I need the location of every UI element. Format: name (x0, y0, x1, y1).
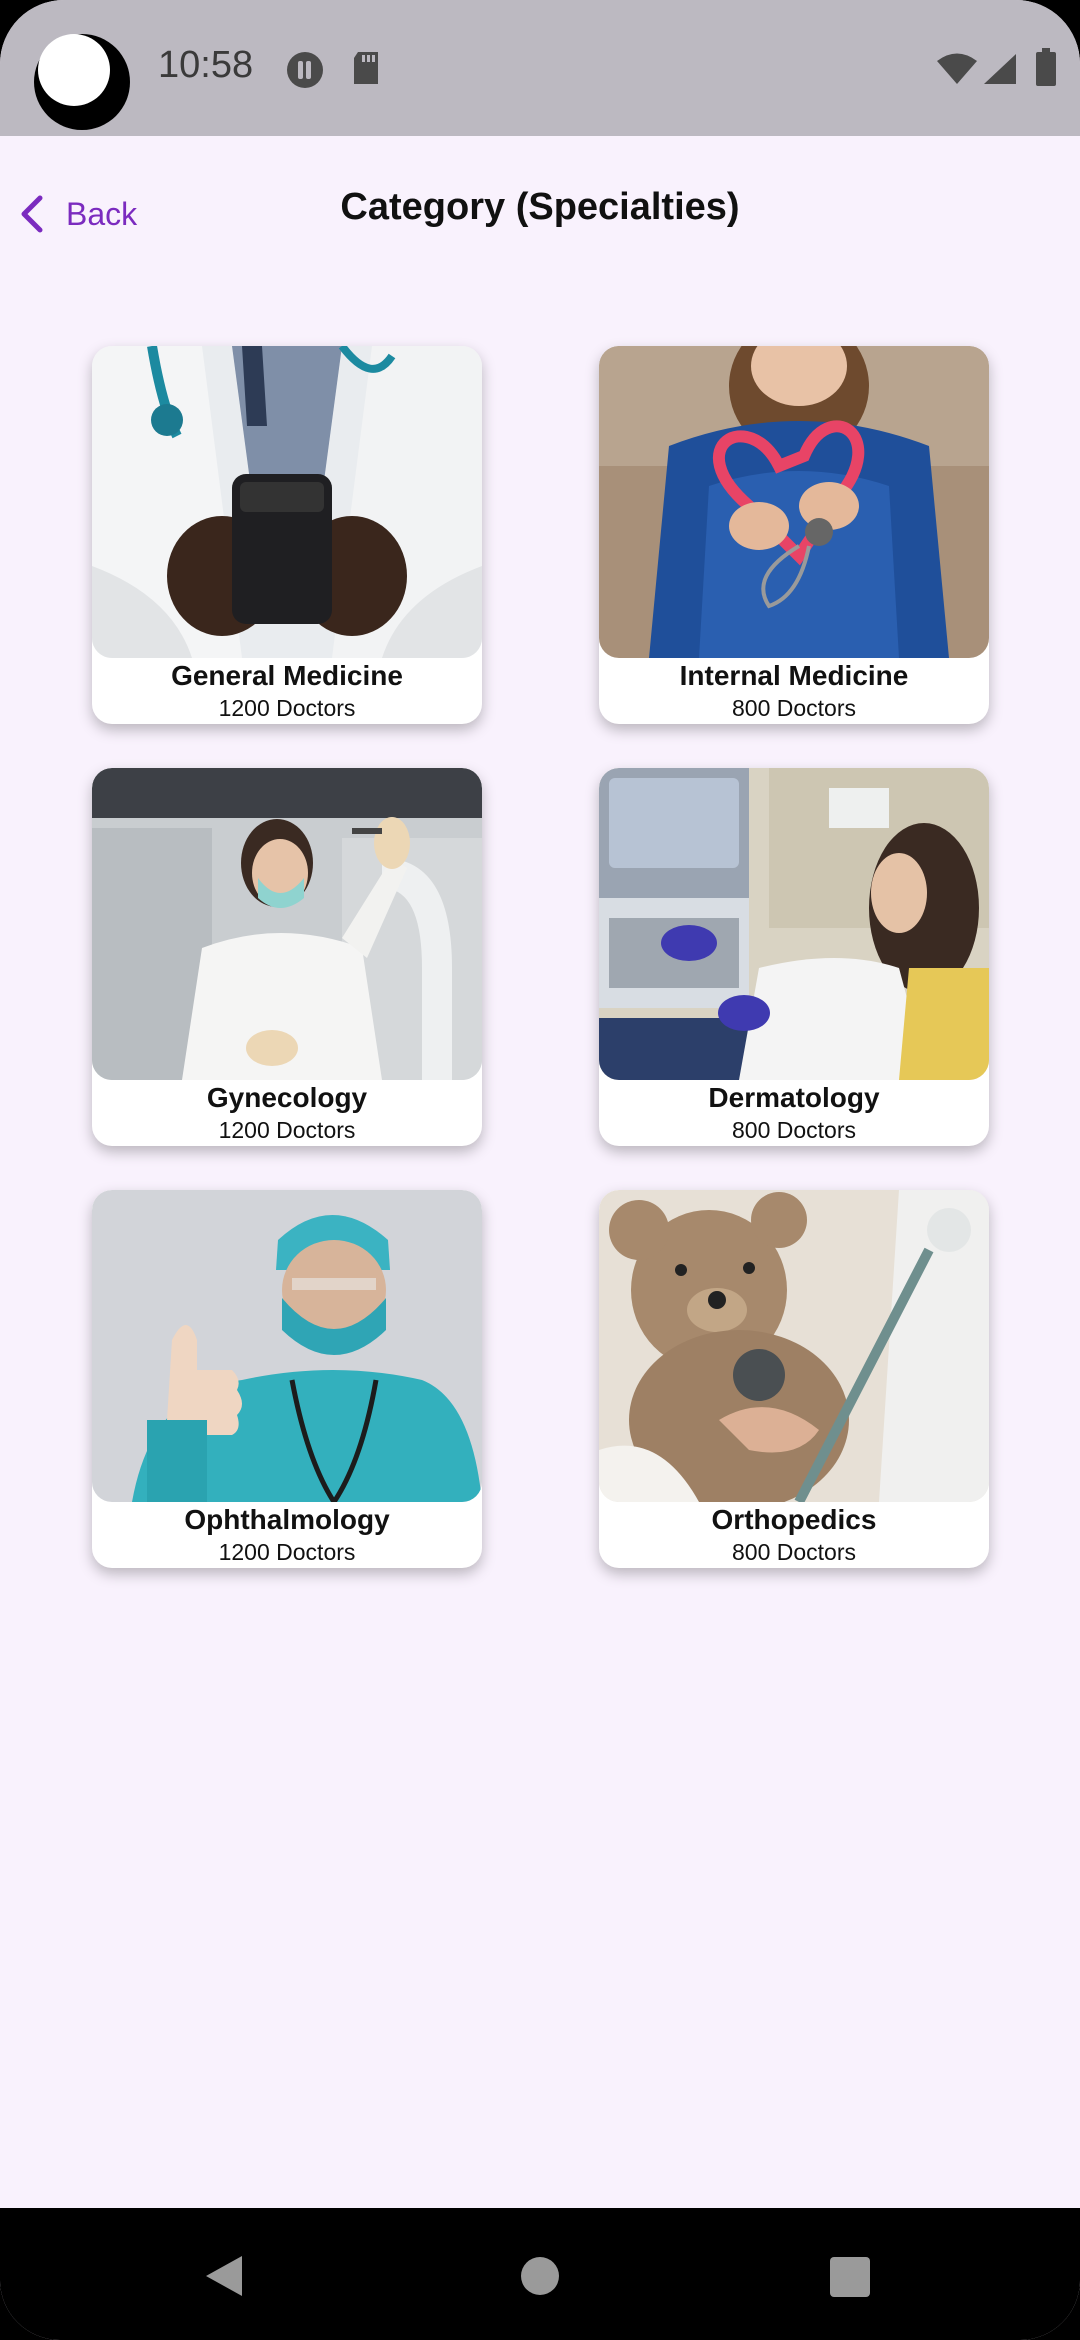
camera-cutout (34, 34, 130, 130)
category-card-internal-medicine[interactable]: Internal Medicine 800 Doctors (599, 346, 989, 724)
recents-square-icon[interactable] (829, 2256, 871, 2298)
doctor-count: 1200 Doctors (218, 1539, 356, 1565)
category-name: Dermatology (708, 1082, 880, 1113)
page-title: Category (Specialties) (340, 186, 740, 228)
back-triangle-icon[interactable] (204, 2254, 244, 2298)
category-name: General Medicine (171, 660, 403, 691)
doctor-count: 800 Doctors (731, 1539, 856, 1565)
pause-circle-icon (287, 52, 323, 88)
category-card-gynecology[interactable]: Gynecology 1200 Doctors (92, 768, 482, 1146)
category-card-general-medicine[interactable]: General Medicine 1200 Doctors (92, 346, 482, 724)
home-circle-icon[interactable] (520, 2256, 560, 2296)
sd-card-icon (354, 52, 378, 84)
category-name: Orthopedics (711, 1504, 877, 1535)
navigation-bar (0, 2208, 1080, 2340)
category-card-ophthalmology[interactable]: Ophthalmology 1200 Doctors (92, 1190, 482, 1568)
doctor-count: 800 Doctors (731, 1117, 856, 1143)
internal-medicine-photo (599, 346, 989, 658)
signal-icon (984, 54, 1016, 84)
category-card-orthopedics[interactable]: Orthopedics 800 Doctors (599, 1190, 989, 1568)
orthopedics-photo (599, 1190, 989, 1502)
category-card-dermatology[interactable]: Dermatology 800 Doctors (599, 768, 989, 1146)
doctor-count: 800 Doctors (731, 695, 856, 721)
doctor-count: 1200 Doctors (218, 1117, 356, 1143)
category-name: Ophthalmology (184, 1504, 390, 1535)
doctor-count: 1200 Doctors (218, 695, 356, 721)
general-medicine-photo (92, 346, 482, 658)
ophthalmology-photo (92, 1190, 482, 1502)
status-bar: 10:58 (0, 0, 1080, 136)
app-screen: 10:58 Back Category (Specialties) Genera… (0, 0, 1080, 2340)
battery-icon (1036, 48, 1056, 86)
category-name: Gynecology (206, 1082, 368, 1113)
dermatology-photo (599, 768, 989, 1080)
gynecology-photo (92, 768, 482, 1080)
category-name: Internal Medicine (679, 660, 909, 691)
status-time: 10:58 (158, 44, 254, 86)
wifi-icon (937, 53, 977, 84)
